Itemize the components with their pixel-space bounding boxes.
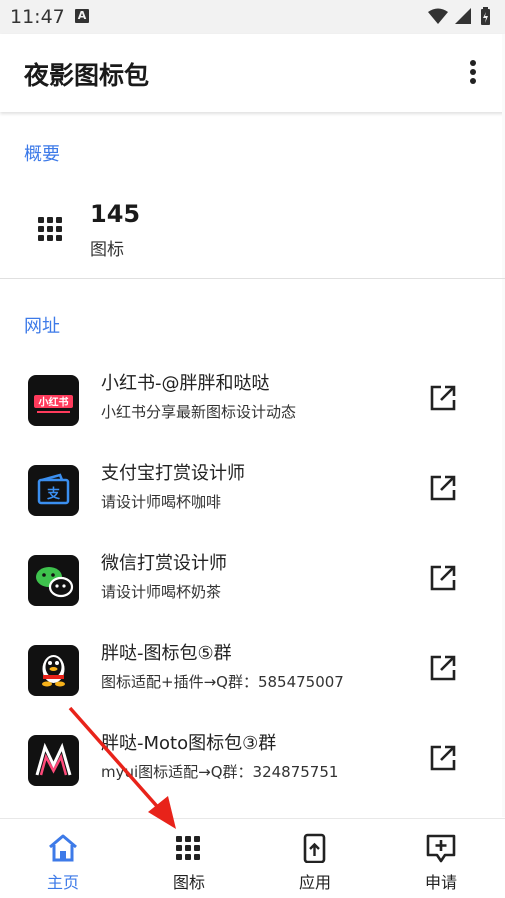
link-item-qq-group-5[interactable]: 胖哒-图标包⑤群 图标适配+插件→Q群：585475007	[0, 629, 505, 719]
link-item-moto-group-3[interactable]: 胖哒-Moto图标包③群 myui图标适配→Q群：324875751	[0, 719, 505, 809]
link-title: 微信打赏设计师	[101, 553, 227, 574]
nav-label: 申请	[424, 873, 457, 892]
phone-upload-icon	[299, 833, 329, 867]
nav-item-apps[interactable]: 应用	[252, 819, 378, 898]
motorola-logo-icon	[28, 735, 79, 786]
status-icons	[427, 7, 493, 31]
nav-label: 应用	[298, 873, 331, 892]
link-title: 小红书-@胖胖和哒哒	[101, 373, 270, 394]
link-subtitle: 请设计师喝杯咖啡	[101, 493, 222, 511]
wechat-logo-icon	[28, 555, 79, 606]
link-item-wechat[interactable]: 微信打赏设计师 请设计师喝杯奶茶	[0, 539, 505, 629]
signal-icon	[455, 8, 471, 24]
open-external-icon[interactable]	[429, 564, 457, 596]
svg-text:小红书: 小红书	[38, 396, 69, 409]
link-item-alipay[interactable]: 支 支付宝打赏设计师 请设计师喝杯咖啡	[0, 449, 505, 539]
add-comment-icon	[425, 833, 457, 867]
link-subtitle: 图标适配+插件→Q群：585475007	[101, 673, 344, 691]
xiaohongshu-logo-icon: 小红书	[28, 375, 79, 426]
status-bar: 11:47 A	[0, 0, 505, 34]
grid-icon	[173, 833, 203, 867]
status-time: 11:47	[10, 6, 65, 28]
wifi-icon	[428, 8, 448, 24]
battery-icon	[481, 7, 490, 25]
link-title: 支付宝打赏设计师	[101, 463, 245, 484]
link-subtitle: 请设计师喝杯奶茶	[101, 583, 222, 601]
summary-header: 概要	[24, 144, 60, 165]
open-external-icon[interactable]	[429, 384, 457, 416]
links-header: 网址	[24, 316, 60, 337]
bottom-nav: 主页 图标 应用 申请	[0, 818, 505, 898]
more-vertical-icon[interactable]	[463, 58, 483, 88]
open-external-icon[interactable]	[429, 474, 457, 506]
open-external-icon[interactable]	[429, 744, 457, 776]
notification-badge: A	[75, 9, 89, 23]
icon-count: 145	[90, 200, 141, 228]
icon-count-label: 图标	[90, 240, 124, 260]
alipay-logo-icon: 支	[28, 465, 79, 516]
link-subtitle: myui图标适配→Q群：324875751	[101, 763, 339, 781]
qq-penguin-icon	[28, 645, 79, 696]
link-title: 胖哒-图标包⑤群	[101, 643, 232, 664]
nav-label: 图标	[172, 873, 205, 892]
app-title: 夜影图标包	[24, 61, 150, 90]
home-icon	[47, 833, 79, 867]
open-external-icon[interactable]	[429, 654, 457, 686]
svg-text:支: 支	[46, 486, 61, 502]
app-bar: 夜影图标包	[0, 34, 505, 112]
nav-item-request[interactable]: 申请	[378, 819, 504, 898]
link-title: 胖哒-Moto图标包③群	[101, 733, 277, 754]
link-subtitle: 小红书分享最新图标设计动态	[101, 403, 297, 421]
divider	[0, 278, 505, 279]
link-item-xiaohongshu[interactable]: 小红书 小红书-@胖胖和哒哒 小红书分享最新图标设计动态	[0, 359, 505, 449]
nav-item-icons[interactable]: 图标	[126, 819, 252, 898]
nav-label: 主页	[46, 873, 79, 892]
nav-item-home[interactable]: 主页	[0, 819, 126, 898]
grid-icon	[38, 217, 62, 245]
